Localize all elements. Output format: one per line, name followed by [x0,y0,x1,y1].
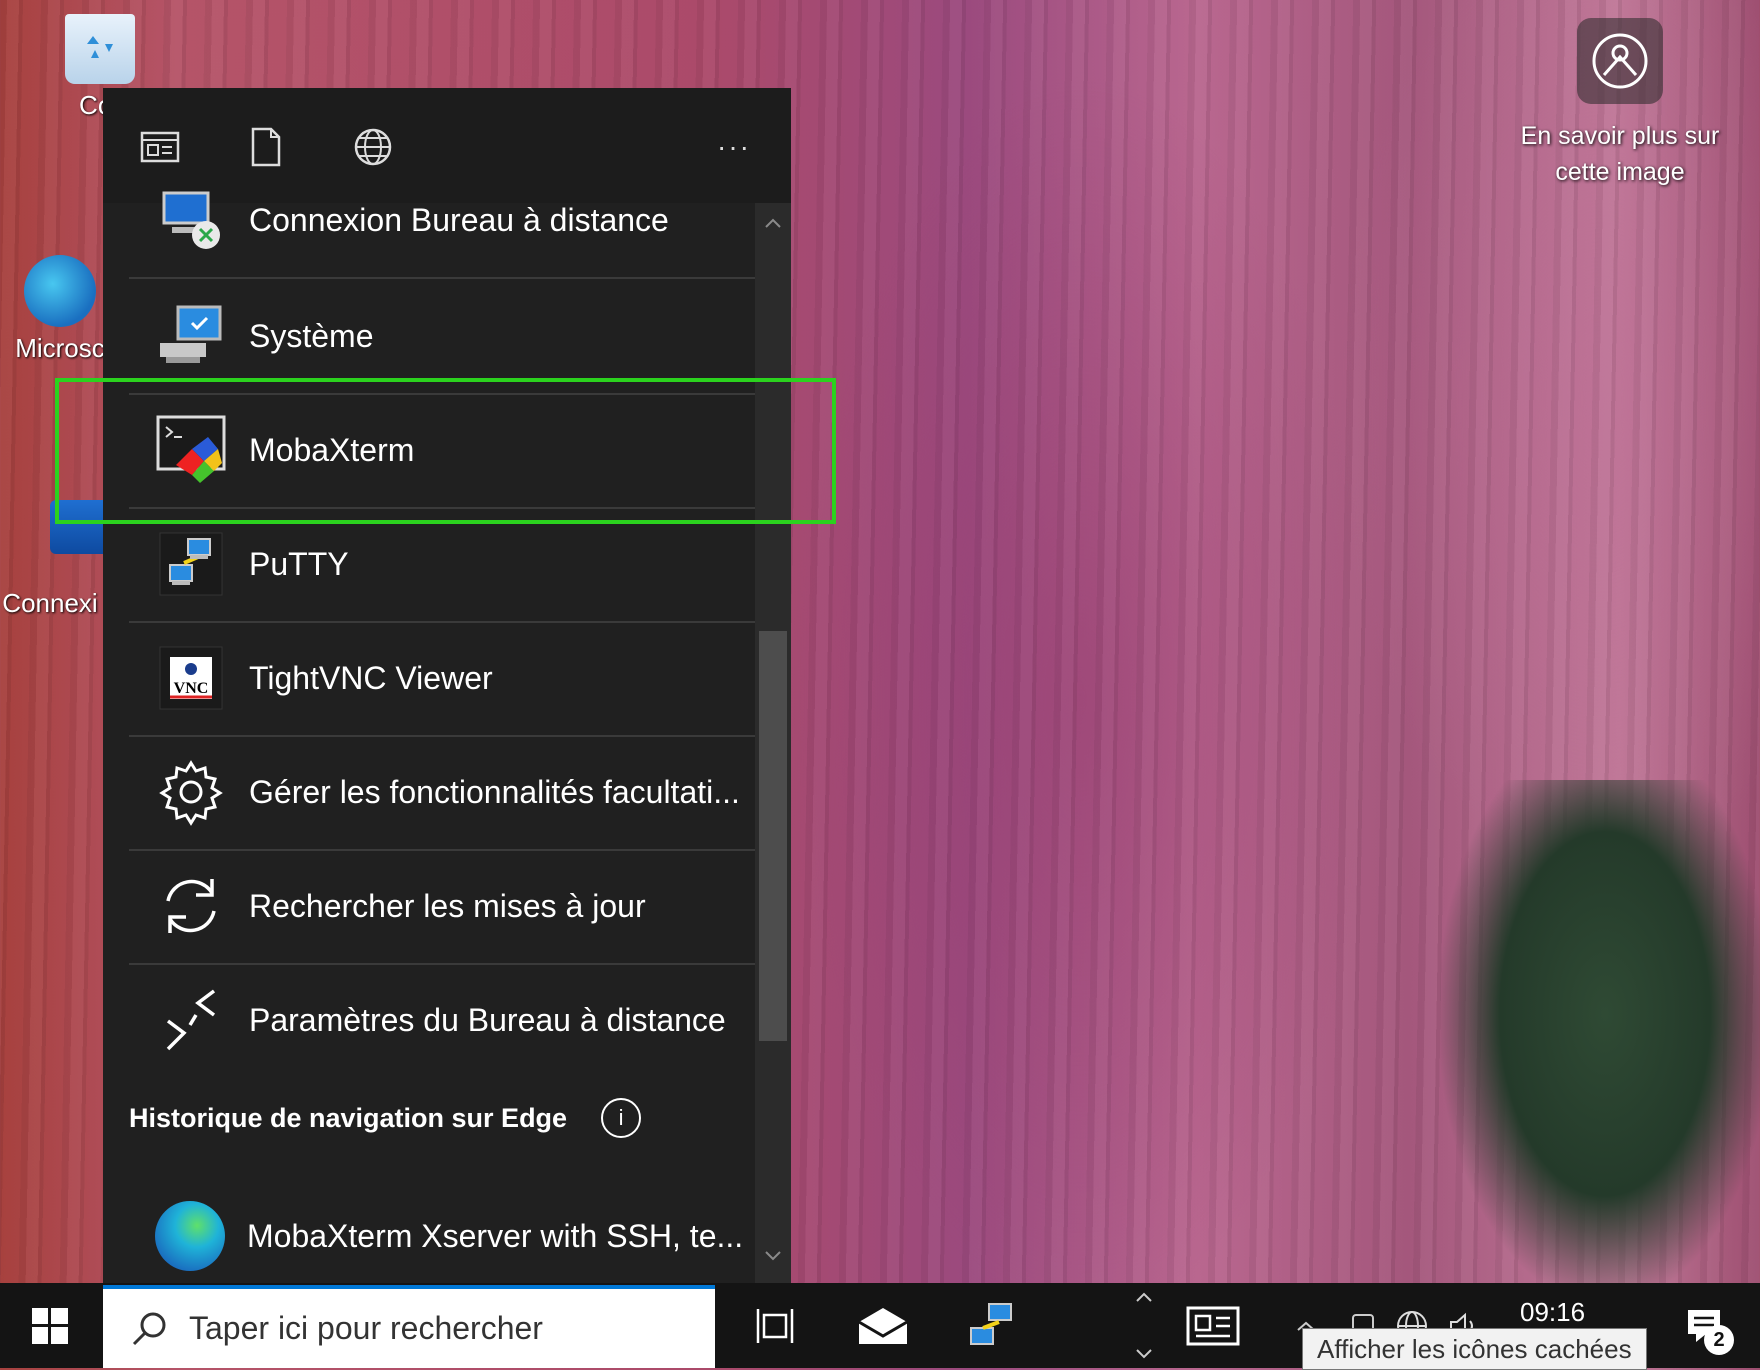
wallpaper-tree [1440,780,1760,1300]
search-flyout: ··· Connexion Bureau à distance Système … [103,88,791,1283]
tooltip-hidden-icons: Afficher les icônes cachées [1302,1328,1647,1370]
system-computer-icon [155,300,227,372]
edge-history-header: Historique de navigation sur Edge i [129,1098,642,1138]
chevron-down-icon[interactable] [1135,1348,1153,1360]
start-button[interactable] [0,1283,100,1368]
putty-icon [970,1302,1012,1345]
search-icon [132,1312,166,1345]
highlight-box [55,378,836,524]
scroll-down-icon[interactable] [755,1238,791,1274]
flyout-scrollbar[interactable] [755,203,791,1283]
mail-icon [858,1307,908,1344]
list-item[interactable]: Rechercher les mises à jour [129,849,755,965]
clock-time[interactable]: 09:16 [1520,1297,1585,1328]
refresh-icon [155,870,227,942]
list-item-edge-history[interactable]: MobaXterm Xserver with SSH, te... [129,1186,755,1283]
scroll-up-icon[interactable] [755,205,791,241]
taskbar-search[interactable] [103,1285,715,1368]
info-icon[interactable]: i [601,1098,642,1138]
news-icon [1186,1306,1240,1345]
svg-text:VNC: VNC [174,680,209,697]
desktop-icon-edge[interactable]: Microsc [10,255,110,364]
remote-desktop-icon [155,184,227,256]
camera-pin-icon [1577,18,1663,104]
news-button[interactable] [1180,1283,1246,1368]
list-item[interactable]: Paramètres du Bureau à distance [129,963,755,1077]
scroll-thumb[interactable] [759,631,787,1041]
search-input[interactable] [187,1309,691,1348]
task-view-icon [756,1308,794,1343]
list-item[interactable]: Gérer les fonctionnalités facultati... [129,735,755,851]
putty-icon [155,528,227,600]
notification-count-badge: 2 [1704,1325,1734,1355]
tightvnc-icon: VNC [155,642,227,714]
recycle-bin-icon [65,14,135,84]
list-item[interactable]: VNC TightVNC Viewer [129,621,755,737]
taskbar-scroll[interactable] [1126,1283,1162,1368]
learn-more-label-2: cette image [1555,158,1685,186]
windows-logo-icon [32,1307,68,1344]
learn-more-image[interactable]: En savoir plus sur cette image [1520,18,1720,190]
edge-icon [24,255,96,327]
list-item[interactable]: PuTTY [129,507,755,623]
chevron-up-icon[interactable] [1135,1291,1153,1303]
learn-more-label: En savoir plus sur [1520,122,1720,150]
mail-button[interactable] [850,1283,916,1368]
gear-icon [155,756,227,828]
edge-icon [155,1201,225,1271]
list-item[interactable]: Connexion Bureau à distance [129,163,755,279]
task-view-button[interactable] [746,1283,806,1368]
remote-settings-icon [155,984,227,1056]
action-center-button[interactable]: 2 [1668,1283,1740,1368]
putty-taskbar-button[interactable] [958,1283,1024,1368]
